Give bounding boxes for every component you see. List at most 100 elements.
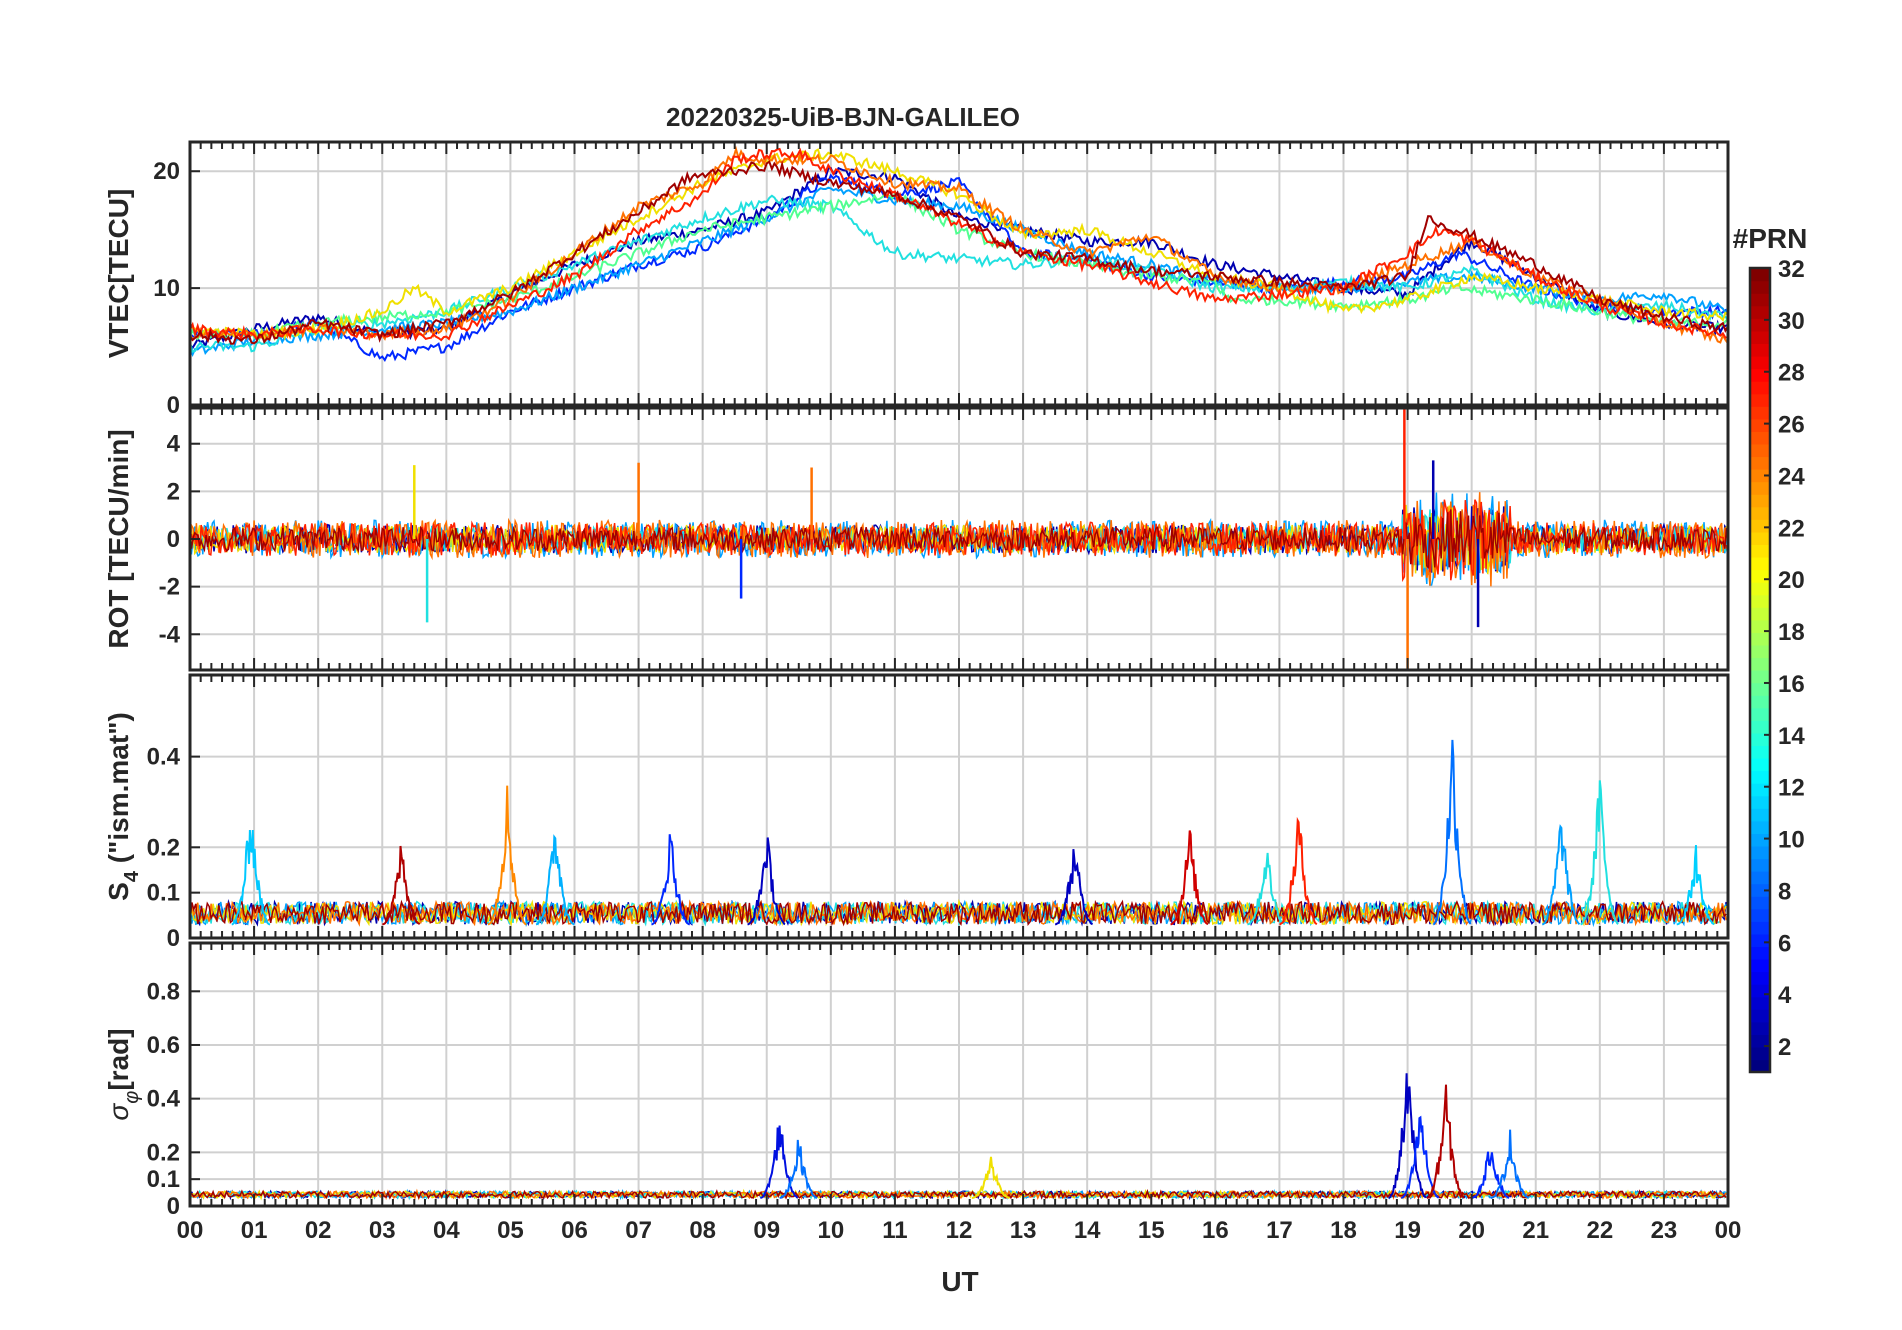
colorbar-swatch bbox=[1750, 644, 1770, 659]
y-axis-title-vtec: VTEC[TECU] bbox=[103, 189, 134, 359]
colorbar-swatch bbox=[1750, 820, 1770, 834]
y-tick-label: 0 bbox=[167, 1193, 180, 1220]
colorbar-tick-label: 30 bbox=[1778, 308, 1805, 335]
y-tick-label: 0 bbox=[167, 526, 180, 553]
colorbar-swatch bbox=[1750, 808, 1770, 822]
colorbar-swatch bbox=[1750, 946, 1770, 960]
x-tick-label: 16 bbox=[1202, 1217, 1229, 1244]
x-tick-label: 15 bbox=[1138, 1217, 1165, 1244]
colorbar-swatch bbox=[1750, 858, 1770, 872]
colorbar-swatch bbox=[1750, 1046, 1770, 1061]
x-tick-label: 00 bbox=[1715, 1217, 1742, 1244]
colorbar-swatch bbox=[1750, 933, 1770, 947]
colorbar-swatch bbox=[1750, 1059, 1770, 1073]
colorbar-tick-label: 24 bbox=[1778, 463, 1805, 490]
colorbar-swatch bbox=[1750, 280, 1770, 294]
colorbar-swatch bbox=[1750, 381, 1770, 395]
colorbar-swatch bbox=[1750, 582, 1770, 596]
colorbar-tick-label: 12 bbox=[1778, 775, 1805, 802]
colorbar-tick-label: 16 bbox=[1778, 671, 1805, 698]
x-tick-label: 22 bbox=[1586, 1217, 1613, 1244]
colorbar-tick-label: 32 bbox=[1778, 256, 1805, 283]
x-tick-label: 09 bbox=[753, 1217, 780, 1244]
colorbar-tick-label: 10 bbox=[1778, 827, 1805, 854]
colorbar-swatch bbox=[1750, 695, 1770, 709]
colorbar-swatch bbox=[1750, 519, 1770, 533]
colorbar-swatch bbox=[1750, 355, 1770, 370]
colorbar-swatch bbox=[1750, 531, 1770, 545]
colorbar-tick-label: 18 bbox=[1778, 619, 1805, 646]
colorbar-swatch bbox=[1750, 845, 1770, 860]
colorbar-tick-label: 26 bbox=[1778, 412, 1805, 439]
y-tick-label: 0.6 bbox=[147, 1032, 180, 1059]
colorbar-swatch bbox=[1750, 305, 1770, 319]
x-tick-label: 12 bbox=[946, 1217, 973, 1244]
colorbar-swatch bbox=[1750, 745, 1770, 759]
colorbar-tick-label: 22 bbox=[1778, 515, 1805, 542]
colorbar-swatch bbox=[1750, 607, 1770, 621]
y-tick-label: 0 bbox=[167, 392, 180, 419]
colorbar-swatch bbox=[1750, 368, 1770, 382]
x-tick-label: 04 bbox=[433, 1217, 460, 1244]
y-axis-title-rot: ROT [TECU/min] bbox=[103, 429, 134, 648]
colorbar-title: #PRN bbox=[1733, 223, 1808, 254]
x-tick-label: 10 bbox=[817, 1217, 844, 1244]
y-tick-label: 0.4 bbox=[147, 1086, 181, 1113]
colorbar-swatch bbox=[1750, 456, 1770, 470]
y-tick-label: 0.8 bbox=[147, 978, 180, 1005]
colorbar-swatch bbox=[1750, 1021, 1770, 1035]
y-tick-label: 2 bbox=[167, 478, 180, 505]
x-tick-label: 05 bbox=[497, 1217, 524, 1244]
x-tick-label: 20 bbox=[1458, 1217, 1485, 1244]
colorbar-swatch bbox=[1750, 343, 1770, 357]
x-tick-label: 08 bbox=[689, 1217, 716, 1244]
x-tick-label: 11 bbox=[882, 1217, 907, 1244]
x-tick-label: 07 bbox=[625, 1217, 652, 1244]
colorbar-tick-label: 20 bbox=[1778, 567, 1805, 594]
colorbar-swatch bbox=[1750, 330, 1770, 344]
x-axis-title: UT bbox=[941, 1266, 978, 1297]
colorbar-swatch bbox=[1750, 707, 1770, 721]
colorbar-swatch bbox=[1750, 908, 1770, 922]
colorbar-swatch bbox=[1750, 871, 1770, 885]
y-tick-label: 0.2 bbox=[147, 834, 180, 861]
colorbar-swatch bbox=[1750, 494, 1770, 508]
y-tick-label: 0.4 bbox=[147, 744, 181, 771]
colorbar-swatch bbox=[1750, 418, 1770, 432]
x-tick-label: 17 bbox=[1266, 1217, 1293, 1244]
y-tick-label: 0 bbox=[167, 925, 180, 952]
y-tick-label: -4 bbox=[159, 621, 181, 648]
colorbar-swatch bbox=[1750, 393, 1770, 407]
colorbar-tick-label: 14 bbox=[1778, 723, 1805, 750]
y-tick-label: 0.1 bbox=[147, 880, 180, 907]
colorbar-tick-label: 28 bbox=[1778, 360, 1805, 387]
colorbar-swatch bbox=[1750, 506, 1770, 520]
colorbar-swatch bbox=[1750, 594, 1770, 608]
colorbar-swatch bbox=[1750, 293, 1770, 307]
colorbar-tick-label: 6 bbox=[1778, 930, 1791, 957]
colorbar-swatch bbox=[1750, 670, 1770, 684]
colorbar-swatch bbox=[1750, 632, 1770, 646]
colorbar-swatch bbox=[1750, 556, 1770, 571]
colorbar-swatch bbox=[1750, 757, 1770, 772]
colorbar-tick-label: 2 bbox=[1778, 1034, 1791, 1061]
x-tick-label: 03 bbox=[369, 1217, 396, 1244]
colorbar-swatch bbox=[1750, 657, 1770, 671]
colorbar-swatch bbox=[1750, 268, 1770, 282]
x-tick-label: 01 bbox=[241, 1217, 268, 1244]
colorbar-swatch bbox=[1750, 996, 1770, 1010]
x-tick-label: 06 bbox=[561, 1217, 588, 1244]
x-tick-label: 00 bbox=[177, 1217, 204, 1244]
colorbar-swatch bbox=[1750, 720, 1770, 734]
colorbar-swatch bbox=[1750, 569, 1770, 583]
x-tick-label: 14 bbox=[1074, 1217, 1101, 1244]
colorbar-swatch bbox=[1750, 971, 1770, 985]
colorbar-swatch bbox=[1750, 481, 1770, 495]
colorbar-swatch bbox=[1750, 984, 1770, 998]
figure: 20220325-UiB-BJN-GALILEO 01020VTEC[TECU]… bbox=[0, 0, 1902, 1330]
colorbar-swatch bbox=[1750, 770, 1770, 784]
y-tick-label: -2 bbox=[159, 574, 180, 601]
x-tick-label: 19 bbox=[1394, 1217, 1421, 1244]
colorbar-tick-label: 4 bbox=[1778, 982, 1792, 1009]
y-tick-label: 0.2 bbox=[147, 1139, 180, 1166]
